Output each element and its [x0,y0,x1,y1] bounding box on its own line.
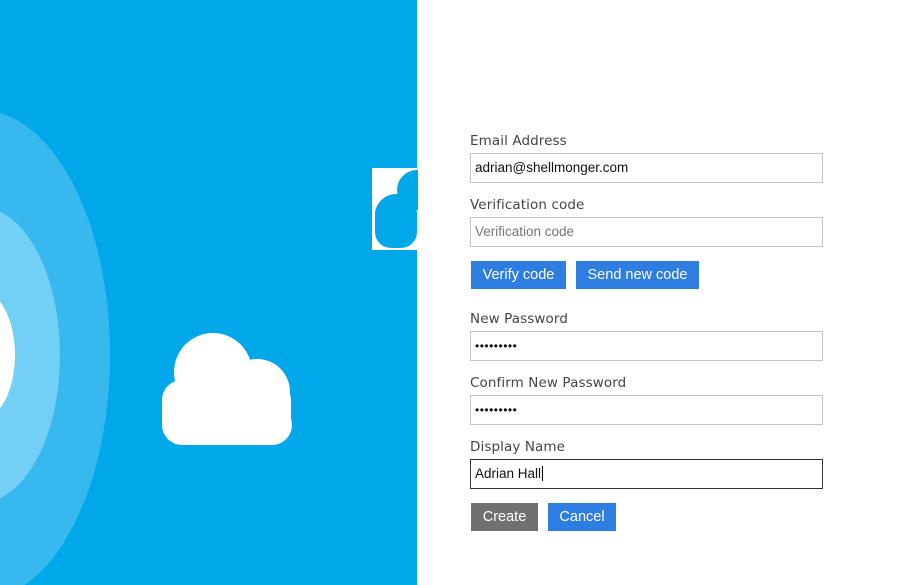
confirm-password-field[interactable]: ••••••••• [470,395,823,425]
display-name-field[interactable]: Adrian Hall [470,459,823,489]
display-name-label: Display Name [470,439,566,455]
send-new-code-button[interactable]: Send new code [576,261,699,289]
text-caret [542,465,544,481]
form-panel [417,0,919,585]
create-button[interactable]: Create [471,503,538,531]
new-password-label: New Password [470,311,568,327]
verify-code-button[interactable]: Verify code [471,261,566,289]
verification-code-field[interactable]: Verification code [470,217,823,247]
new-password-masked-value: ••••••••• [475,339,518,353]
email-value: adrian@shellmonger.com [475,160,629,175]
sign-up-page: Email Address adrian@shellmonger.com Ver… [0,0,919,585]
sky-illustration [0,112,292,585]
confirm-password-label: Confirm New Password [470,375,627,391]
cloud-icon [162,333,292,445]
verification-code-placeholder: Verification code [475,224,575,239]
new-password-field[interactable]: ••••••••• [470,331,823,361]
verification-code-label: Verification code [470,197,585,213]
edge-cloud-icon [372,168,418,250]
display-name-value: Adrian Hall [475,466,542,481]
email-label: Email Address [470,133,567,149]
email-field[interactable]: adrian@shellmonger.com [470,153,823,183]
cancel-button[interactable]: Cancel [548,503,616,531]
hero-illustration [0,0,417,585]
confirm-password-masked-value: ••••••••• [475,403,518,417]
